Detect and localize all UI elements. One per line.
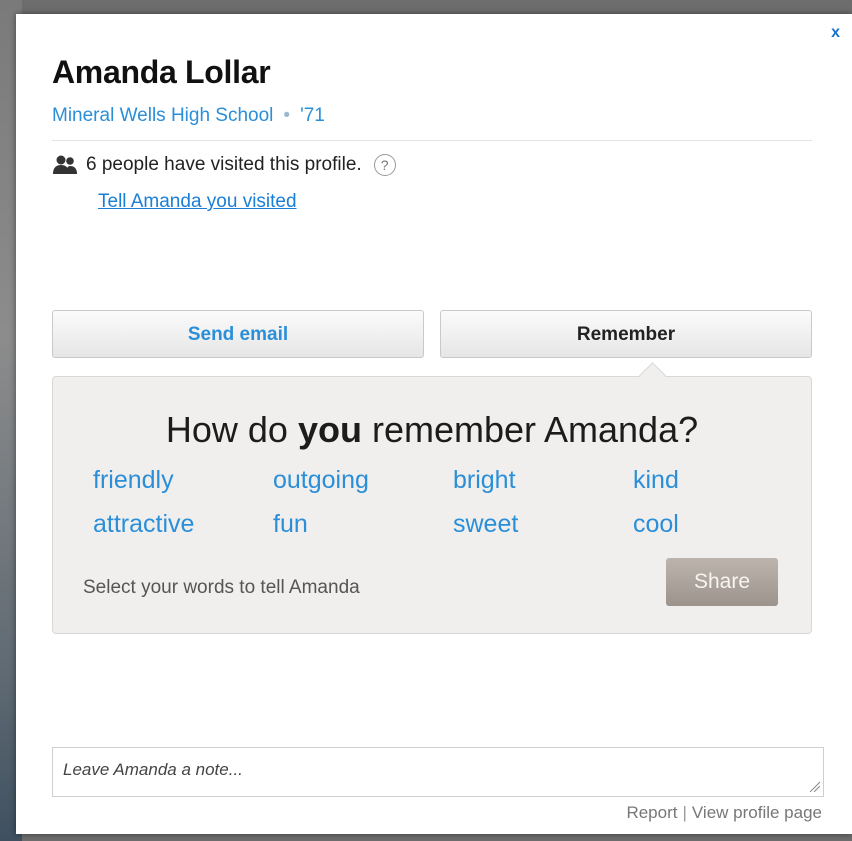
word-option[interactable]: bright <box>453 466 516 495</box>
remember-panel: How do you remember Amanda? friendly out… <box>52 362 812 634</box>
close-icon[interactable]: x <box>831 24 840 41</box>
resize-grip-icon[interactable] <box>808 780 820 792</box>
question-suffix: remember Amanda? <box>361 409 699 450</box>
footer-links: Report | View profile page <box>626 803 822 823</box>
word-option[interactable]: fun <box>273 510 308 539</box>
word-option[interactable]: attractive <box>93 510 194 539</box>
divider <box>52 140 812 141</box>
view-profile-link[interactable]: View profile page <box>692 803 822 822</box>
remember-question: How do you remember Amanda? <box>53 409 811 451</box>
visits-row: 6 people have visited this profile. ? <box>52 154 396 176</box>
word-option[interactable]: sweet <box>453 510 518 539</box>
question-circle-icon[interactable]: ? <box>373 154 396 176</box>
send-email-button[interactable]: Send email <box>52 310 424 358</box>
question-emphasis: you <box>297 409 362 450</box>
profile-popup: x Amanda Lollar Mineral Wells High Schoo… <box>16 14 852 834</box>
note-input[interactable] <box>52 747 824 797</box>
report-link[interactable]: Report <box>626 803 677 822</box>
people-icon <box>53 155 77 174</box>
profile-name: Amanda Lollar <box>52 54 271 90</box>
question-prefix: How do <box>165 409 298 450</box>
remember-button[interactable]: Remember <box>440 310 812 358</box>
tell-visited-link[interactable]: Tell Amanda you visited <box>98 191 297 213</box>
graduation-year: '71 <box>300 105 325 126</box>
share-button[interactable]: Share <box>666 558 778 606</box>
word-option[interactable]: cool <box>633 510 679 539</box>
word-option[interactable]: kind <box>633 466 679 495</box>
select-words-hint: Select your words to tell Amanda <box>83 577 360 598</box>
word-option[interactable]: friendly <box>93 466 174 495</box>
separator-dot: • <box>283 105 291 126</box>
visits-text: 6 people have visited this profile. <box>86 154 362 175</box>
footer-separator: | <box>682 803 687 822</box>
panel-pointer <box>639 362 666 389</box>
school-line: Mineral Wells High School • '71 <box>52 105 325 127</box>
school-link[interactable]: Mineral Wells High School <box>52 105 273 126</box>
word-option[interactable]: outgoing <box>273 466 369 495</box>
close-button[interactable]: x <box>831 24 840 42</box>
